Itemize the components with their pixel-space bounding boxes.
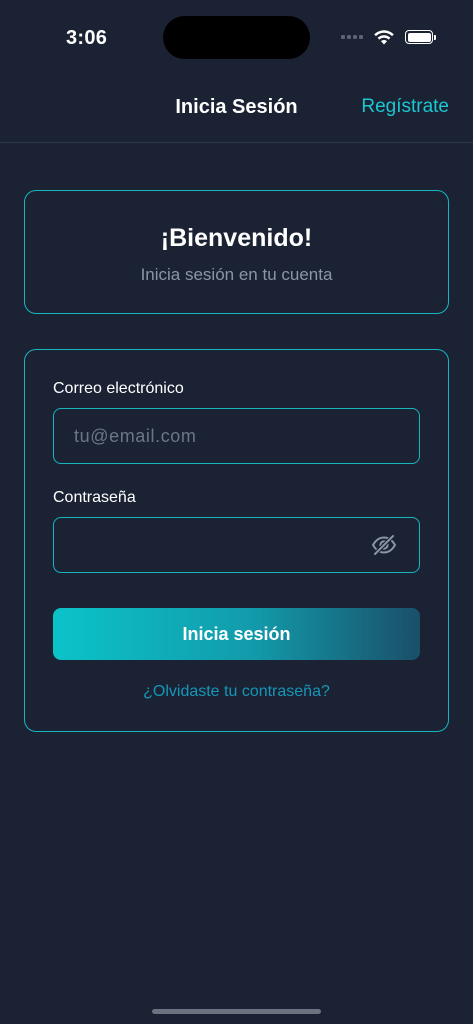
email-field[interactable] bbox=[53, 408, 420, 464]
status-indicators bbox=[341, 28, 436, 46]
status-time: 3:06 bbox=[66, 27, 108, 49]
navigation-bar: Inicia Sesión Regístrate bbox=[0, 80, 473, 143]
register-link[interactable]: Regístrate bbox=[361, 96, 449, 118]
login-form-card: Correo electrónico Contraseña Inicia ses… bbox=[24, 349, 449, 732]
wifi-icon bbox=[374, 30, 394, 45]
dynamic-island bbox=[163, 16, 310, 59]
welcome-card: ¡Bienvenido! Inicia sesión en tu cuenta bbox=[24, 190, 449, 314]
password-field[interactable] bbox=[53, 517, 420, 573]
forgot-password-link[interactable]: ¿Olvidaste tu contraseña? bbox=[25, 683, 448, 701]
cellular-signal-icon bbox=[341, 35, 363, 39]
welcome-subtitle: Inicia sesión en tu cuenta bbox=[140, 265, 333, 284]
login-button[interactable]: Inicia sesión bbox=[53, 608, 420, 660]
login-screen: 3:06 Inicia Sesión Regístrate ¡Bienvenid… bbox=[0, 0, 473, 1024]
eye-slash-icon[interactable] bbox=[371, 533, 397, 557]
email-label: Correo electrónico bbox=[53, 380, 184, 397]
battery-icon bbox=[405, 30, 436, 44]
welcome-title: ¡Bienvenido! bbox=[160, 224, 313, 252]
password-label: Contraseña bbox=[53, 489, 136, 506]
home-indicator bbox=[152, 1009, 321, 1014]
